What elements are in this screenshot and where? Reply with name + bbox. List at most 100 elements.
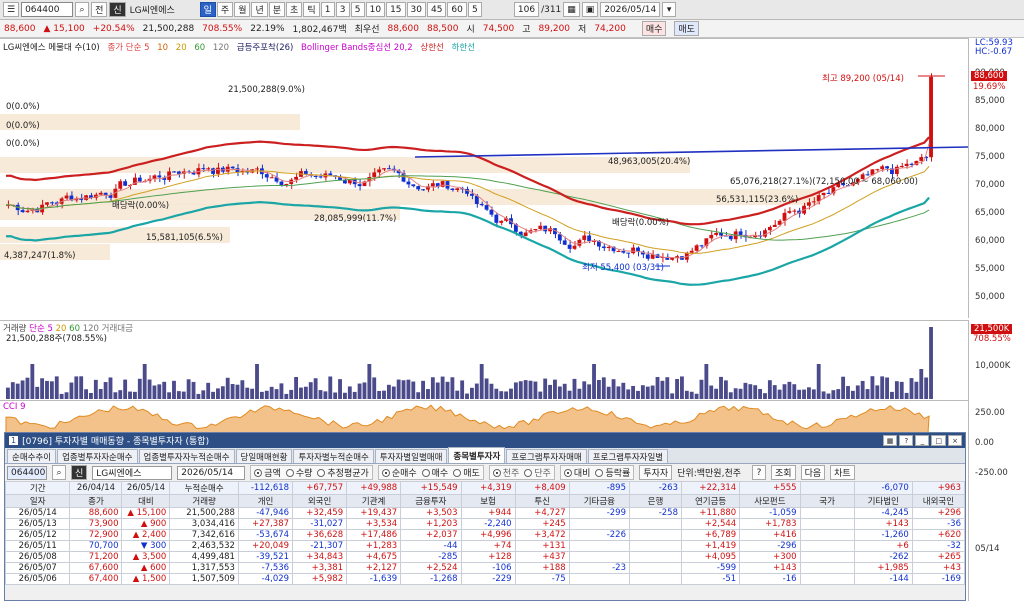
code-search-icon[interactable]: ⌕ bbox=[52, 465, 66, 480]
menu-icon[interactable]: ☰ bbox=[3, 2, 20, 17]
period-button-1[interactable]: 주 bbox=[216, 2, 234, 17]
period-button-0[interactable]: 일 bbox=[199, 2, 216, 17]
period-button-10[interactable]: 10 bbox=[365, 2, 386, 17]
table-row[interactable]: 26/05/11 70,700 ▼ 300 2,463,532 +20,049 -21,3… bbox=[4, 540, 966, 552]
table-row[interactable]: 26/05/12 72,900 ▲ 2,400 7,342,616 -53,674 +36… bbox=[4, 529, 966, 541]
period-button-4[interactable]: 분 bbox=[268, 2, 286, 17]
date-field[interactable]: 2026/05/14 bbox=[600, 2, 661, 17]
window-menu-icon[interactable]: ▦ bbox=[882, 435, 898, 446]
cci-panel[interactable]: CCI 9 bbox=[0, 400, 968, 433]
tab-item[interactable]: 순매수추이 bbox=[7, 449, 57, 463]
column-header[interactable]: 기타법인 bbox=[853, 494, 913, 508]
radio-avg-price[interactable]: 추정평균가 bbox=[317, 466, 369, 479]
column-header[interactable]: 투신 bbox=[514, 494, 570, 508]
table-row[interactable]: 26/05/06 67,400 ▲ 1,500 1,507,509 -4,029 +5,9… bbox=[4, 573, 966, 585]
tab-item[interactable]: 투자자별일별매매 bbox=[374, 449, 448, 463]
table-cell: +17,486 bbox=[346, 529, 402, 541]
tab-item[interactable]: 투자자별누적순매수 bbox=[293, 449, 374, 463]
tab-item[interactable]: 당일매매현황 bbox=[235, 449, 293, 463]
radio-net-buy[interactable]: 순매수 bbox=[381, 466, 417, 479]
column-header[interactable]: 종가 bbox=[69, 494, 123, 508]
tab-item[interactable]: 종목별투자자 bbox=[448, 447, 506, 463]
price-chart-panel[interactable]: LG씨엔에스 메물대 수(10) 종가 단순 5 10 20 60 120 급등… bbox=[0, 38, 968, 318]
window-tabs: 순매수추이 업종별투자자순매수 업종별투자자누적순매수 당일매매현황 투자자별누적순매수… bbox=[5, 447, 965, 464]
radio-amount[interactable]: 금액 bbox=[254, 466, 281, 479]
column-header[interactable]: 사모펀드 bbox=[739, 494, 801, 508]
cum-total: -112,618 bbox=[237, 481, 294, 495]
minimize-icon[interactable]: _ bbox=[915, 435, 930, 446]
period-button-3[interactable]: 년 bbox=[251, 2, 268, 17]
column-header[interactable]: 개인 bbox=[237, 494, 294, 508]
date-field[interactable]: 2026/05/14 bbox=[177, 465, 246, 480]
next-button[interactable]: 다음 bbox=[800, 465, 826, 480]
stock-code-field[interactable]: 064400 bbox=[7, 465, 47, 480]
period-to[interactable]: 26/05/14 bbox=[121, 481, 171, 495]
tab-item[interactable]: 업종별투자자누적순매수 bbox=[138, 449, 235, 463]
column-header[interactable]: 대비 bbox=[121, 494, 171, 508]
column-header[interactable]: 거래량 bbox=[169, 494, 239, 508]
radio-buy[interactable]: 매수 bbox=[421, 466, 448, 479]
chart-button[interactable]: 차트 bbox=[830, 465, 855, 480]
column-header[interactable]: 은행 bbox=[628, 494, 682, 508]
table-row[interactable]: 26/05/08 71,200 ▲ 3,500 4,499,481 -39,521 +34… bbox=[4, 551, 966, 563]
investor-button[interactable]: 투자자 bbox=[639, 465, 673, 480]
column-header[interactable]: 금융투자 bbox=[400, 494, 462, 508]
period-button-14[interactable]: 60 bbox=[447, 2, 467, 17]
stock-code-input[interactable]: 064400 bbox=[21, 2, 74, 17]
radio-quantity[interactable]: 수량 bbox=[285, 466, 312, 479]
period-button-12[interactable]: 30 bbox=[406, 2, 426, 17]
market-select[interactable]: 전 bbox=[91, 2, 108, 17]
vp-zero-2: 0(0.0%) bbox=[6, 121, 40, 131]
radio-thousand-shares[interactable]: 천주 bbox=[492, 466, 519, 479]
tab-item[interactable]: 프로그램투자자일별 bbox=[587, 449, 669, 463]
table-row[interactable]: 26/05/07 67,600 ▲ 600 1,317,553 -7,536 +3,381… bbox=[4, 562, 966, 574]
table-icon[interactable]: ▦ bbox=[563, 2, 580, 17]
volume-panel[interactable]: 거래량 단순 5 20 60 120 거래대금 21,500,288주(708.… bbox=[0, 320, 968, 400]
period-button-11[interactable]: 15 bbox=[386, 2, 406, 17]
ask-price: 88,600 bbox=[387, 23, 419, 34]
radio-diff[interactable]: 대비 bbox=[563, 466, 590, 479]
radio-sell[interactable]: 매도 bbox=[453, 466, 480, 479]
column-header[interactable]: 외국인 bbox=[292, 494, 348, 508]
help-button[interactable]: ? bbox=[752, 465, 767, 480]
period-button-9[interactable]: 5 bbox=[350, 2, 365, 17]
period-button-13[interactable]: 45 bbox=[426, 2, 447, 17]
radio-single-shares[interactable]: 단주 bbox=[524, 466, 551, 479]
period-button-7[interactable]: 1 bbox=[320, 2, 335, 17]
column-header[interactable]: 연기금등 bbox=[680, 494, 741, 508]
column-header[interactable]: 기관계 bbox=[346, 494, 402, 508]
column-header[interactable]: 보험 bbox=[460, 494, 516, 508]
table-row[interactable]: 26/05/14 88,600 ▲ 15,100 21,500,288 -47,946 +… bbox=[4, 507, 966, 519]
table-cell: +2,037 bbox=[400, 529, 462, 541]
maximize-icon[interactable]: □ bbox=[931, 435, 946, 446]
column-header[interactable]: 일자 bbox=[4, 494, 71, 508]
period-button-15[interactable]: 5 bbox=[467, 2, 482, 17]
query-button[interactable]: 조회 bbox=[771, 465, 796, 480]
period-button-2[interactable]: 월 bbox=[234, 2, 251, 17]
column-header[interactable]: 국가 bbox=[799, 494, 855, 508]
save-icon[interactable]: ▣ bbox=[581, 2, 599, 17]
close-icon[interactable]: × bbox=[948, 435, 962, 446]
tab-item[interactable]: 프로그램투자자매매 bbox=[506, 449, 587, 463]
period-button-8[interactable]: 3 bbox=[335, 2, 350, 17]
window-help-icon[interactable]: ? bbox=[899, 435, 914, 446]
table-row[interactable]: 26/05/13 73,900 ▲ 900 3,034,416 +27,387 -31,0… bbox=[4, 518, 966, 530]
tab-item[interactable]: 업종별투자자순매수 bbox=[57, 449, 138, 463]
table-cell: +4,675 bbox=[346, 551, 402, 563]
radio-rate[interactable]: 등락률 bbox=[595, 466, 630, 479]
column-header[interactable]: 기타금융 bbox=[568, 494, 630, 508]
column-header[interactable]: 내외국인 bbox=[911, 494, 966, 508]
calendar-icon[interactable]: ▾ bbox=[662, 2, 677, 17]
sell-button[interactable]: 매도 bbox=[674, 21, 699, 36]
cum-total: +67,757 bbox=[292, 481, 348, 495]
table-cell: -47,946 bbox=[237, 507, 294, 519]
count-field[interactable]: 106 bbox=[513, 2, 540, 17]
buy-button[interactable]: 매수 bbox=[641, 21, 667, 36]
search-icon[interactable]: ⌕ bbox=[75, 2, 90, 17]
period-button-6[interactable]: 틱 bbox=[303, 2, 320, 17]
table-cell: +19,437 bbox=[346, 507, 402, 519]
period-button-5[interactable]: 초 bbox=[286, 2, 303, 17]
window-titlebar[interactable]: 1 [0796] 투자자별 매매동향 - 종목별투자자 (통합) ▦ ? _ □… bbox=[5, 433, 965, 448]
period-from[interactable]: 26/04/14 bbox=[69, 481, 123, 495]
new-badge-2: 신 bbox=[71, 465, 88, 480]
